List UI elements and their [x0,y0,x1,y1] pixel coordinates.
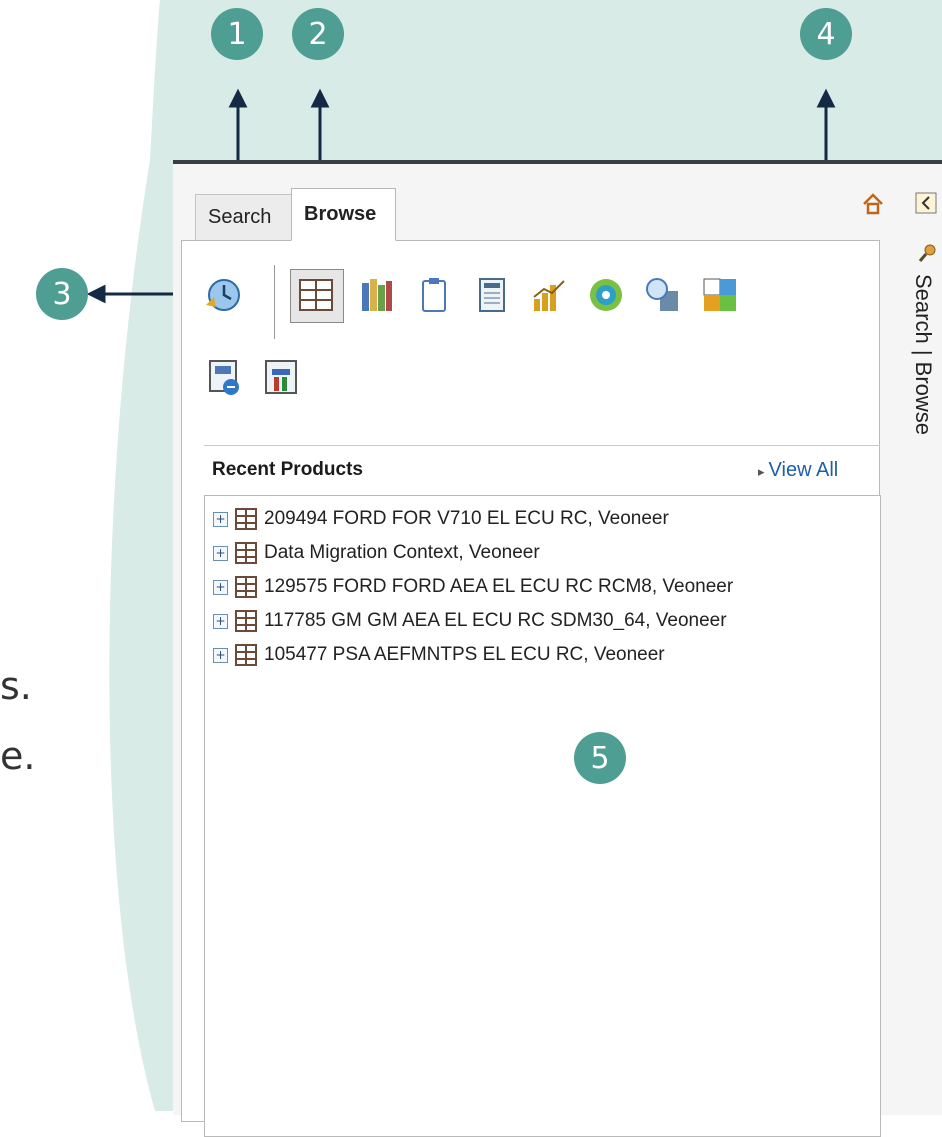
magnifier-icon[interactable] [642,275,682,315]
browse-panel: Recent Products ▸ View All + 209494 FORD … [181,240,881,1137]
view-all-link[interactable]: ▸ View All [758,459,838,482]
list-item-label: Data Migration Context, Veoneer [264,542,540,563]
tab-browse-label: Browse [304,203,377,225]
product-icon [235,508,257,530]
expand-icon[interactable]: + [213,579,228,595]
list-item-label: 105477 PSA AEFMNTPS EL ECU RC, Veoneer [264,644,665,665]
library-icon[interactable] [356,275,396,315]
tab-search-label: Search [208,206,272,228]
product-icon [235,542,257,564]
spreadsheet-icon[interactable] [472,275,512,315]
list-item-label: 117785 GM GM AEA EL ECU RC SDM30_64, Veo… [264,610,727,631]
list-item[interactable]: + 129575 FORD FORD AEA EL ECU RC RCM8, V… [213,572,733,602]
toolbar-divider [274,265,275,339]
tab-search[interactable]: Search [195,194,301,240]
callout-5: 5 [574,732,626,784]
search-icon[interactable] [917,242,939,264]
list-item-label: 129575 FORD FORD AEA EL ECU RC RCM8, Veo… [264,576,734,597]
chevron-right-icon: ▸ [758,464,765,479]
callout-3: 3 [36,268,88,320]
slide-edge-text-1: s. [0,664,32,708]
callout-1: 1 [211,8,263,60]
expand-icon[interactable]: + [213,647,228,663]
view-all-label: View All [768,459,839,481]
home-icon[interactable] [861,192,885,216]
app-window: Search Browse Search | Browse Recent Pro… [173,160,942,1137]
product-icon [235,644,257,666]
product-icon [235,610,257,632]
chart-icon[interactable] [528,275,568,315]
list-item[interactable]: + 209494 FORD FOR V710 EL ECU RC, Veonee… [213,504,669,534]
slide-edge-text-2: e. [0,734,36,778]
tiles-icon[interactable] [700,275,740,315]
target-icon[interactable] [586,275,626,315]
list-item[interactable]: + 105477 PSA AEFMNTPS EL ECU RC, Veoneer [213,640,665,670]
list-item[interactable]: + 117785 GM GM AEA EL ECU RC SDM30_64, V… [213,606,727,636]
recent-products-title: Recent Products [212,459,363,480]
product-structure-button[interactable] [290,269,344,323]
filter-icon[interactable] [204,357,244,397]
expand-icon[interactable]: + [213,613,228,629]
callout-2: 2 [292,8,344,60]
recent-products-list: + 209494 FORD FOR V710 EL ECU RC, Veonee… [204,495,881,1137]
list-item[interactable]: + Data Migration Context, Veoneer [213,538,540,568]
product-icon [235,576,257,598]
expand-icon[interactable]: + [213,511,228,527]
expand-icon[interactable]: + [213,545,228,561]
recent-clock-icon[interactable] [202,275,242,315]
tools-icon[interactable] [262,357,302,397]
callout-4: 4 [800,8,852,60]
product-structure-icon [299,279,333,311]
list-item-label: 209494 FORD FOR V710 EL ECU RC, Veoneer [264,508,669,529]
tab-browse[interactable]: Browse [291,188,396,241]
side-panel-label[interactable]: Search | Browse [910,274,936,435]
collapse-panel-icon[interactable] [915,192,939,216]
clipboard-icon[interactable] [414,275,454,315]
section-divider [204,445,880,446]
